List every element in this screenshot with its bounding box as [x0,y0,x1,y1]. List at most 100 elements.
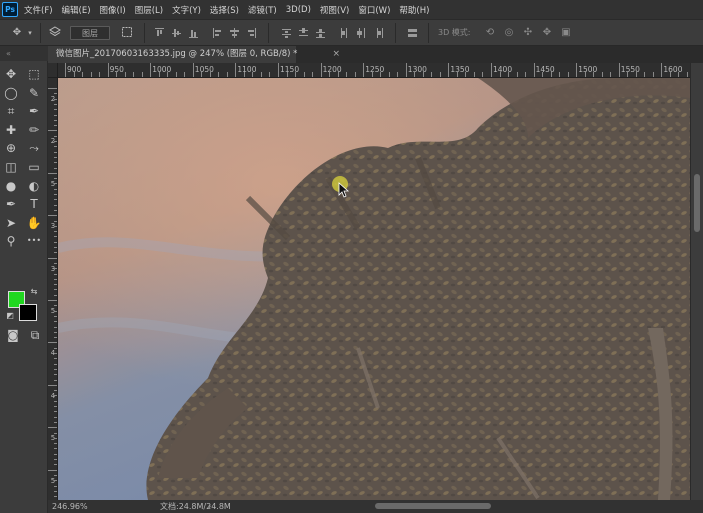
auto-select-dropdown[interactable]: 图层 [70,26,110,40]
history-brush-tool-icon[interactable]: ⤳ [25,139,43,157]
hand-tool-icon[interactable]: ✋ [25,214,43,232]
distribute-left-icon[interactable] [340,28,349,38]
ruler-minor-tick [346,72,348,77]
divider [268,23,269,43]
menu-help[interactable]: 帮助(H) [399,4,429,16]
ruler-tick [54,305,57,307]
menu-select[interactable]: 选择(S) [210,4,239,16]
ruler-tick [54,183,57,185]
path-select-tool-icon[interactable]: ➤ [2,214,20,232]
align-bottom-icon[interactable] [189,28,198,38]
quick-select-tool-icon[interactable]: ✎ [25,84,43,102]
ruler-minor-tick [303,72,305,77]
eyedropper-tool-icon[interactable]: ✒ [25,102,43,120]
collapse-tools-icon[interactable]: « [0,46,48,61]
stamp-tool-icon[interactable]: ⊕ [2,139,20,157]
ruler-major-tick [363,63,365,77]
menu-layer[interactable]: 图层(L) [135,4,163,16]
distribute-hcenter-icon[interactable] [357,28,366,38]
zoom-tool-icon[interactable]: ⚲ [2,232,20,250]
menu-type[interactable]: 文字(Y) [172,4,201,16]
ruler-tick [54,93,57,95]
vertical-ruler[interactable]: 2253354455 [48,78,58,500]
distribute-bottom-icon[interactable] [316,28,325,38]
ruler-tick [54,368,57,370]
transform-controls-icon[interactable] [120,26,134,40]
lasso-tool-icon[interactable]: ◯ [2,84,20,102]
dodge-tool-icon[interactable]: ◐ [25,177,43,195]
ruler-minor-tick [473,72,475,77]
ruler-tick [54,247,57,248]
ruler-tick [54,141,57,142]
auto-select-layers-icon[interactable] [48,26,62,40]
move-tool-icon[interactable]: ✥ [2,65,20,83]
distribute-right-icon[interactable] [374,28,383,38]
screen-mode-icon[interactable]: ⧉ [26,326,44,344]
type-tool-icon[interactable]: T [25,195,43,213]
menu-3d[interactable]: 3D(D) [286,5,311,15]
slide-3d-icon[interactable]: ✥ [540,26,554,40]
ruler-minor-tick [209,72,211,77]
blur-tool-icon[interactable]: ● [2,177,20,195]
ruler-minor-tick [167,72,169,77]
menu-edit[interactable]: 编辑(E) [62,4,91,16]
auto-align-layers-icon[interactable] [408,28,417,38]
document-canvas[interactable] [58,78,690,500]
pan-3d-icon[interactable]: ✣ [521,26,535,40]
menu-image[interactable]: 图像(I) [100,4,126,16]
ruler-minor-tick [686,72,688,77]
default-colors-icon[interactable]: ◩ [4,310,16,322]
distribute-vcenter-icon[interactable] [299,28,308,38]
scale-3d-icon[interactable]: ▣ [559,26,573,40]
ruler-minor-tick [499,72,501,77]
move-tool-preset-icon[interactable]: ✥ [10,26,24,40]
ruler-major-tick [320,63,322,77]
chevron-down-icon[interactable]: ▾ [26,26,34,40]
align-vcenter-icon[interactable] [172,28,181,38]
ruler-tick [54,437,57,439]
brush-tool-icon[interactable]: ✏ [25,121,43,139]
gradient-tool-icon[interactable]: ▭ [25,158,43,176]
ruler-label: 1150 [280,65,300,74]
roll-3d-icon[interactable]: ◎ [502,26,516,40]
tools-panel: « ⇆ ◩ ◙ ⧉ ✥ ⬚ ◯ ✎ ⌗ ✒ ✚ ✏ ⊕ ⤳ ◫ ▭ ● ◐ ✒ T ➤ ✋ ⚲ ••• [0,46,48,513]
ruler-label: 1300 [407,65,427,74]
ruler-minor-tick [286,72,288,77]
close-icon[interactable]: × [332,46,340,63]
ruler-tick [48,257,57,259]
orbit-3d-icon[interactable]: ⟲ [483,26,497,40]
menu-file[interactable]: 文件(F) [24,4,53,16]
ruler-origin[interactable] [48,63,58,78]
healing-brush-tool-icon[interactable]: ✚ [2,121,20,139]
vertical-scrollbar[interactable] [690,63,703,500]
align-top-icon[interactable] [155,28,164,38]
menu-window[interactable]: 窗口(W) [358,4,390,16]
horizontal-scroll-thumb[interactable] [375,503,491,509]
menu-filter[interactable]: 滤镜(T) [248,4,277,16]
horizontal-ruler[interactable]: 900 950 1000 1050 1100 1150 1200 1250 1300 1350 14… [58,63,690,78]
more-tools-icon[interactable]: ••• [25,232,43,250]
align-right-icon[interactable] [247,28,256,38]
zoom-level[interactable]: 246.96% [52,500,88,513]
ruler-major-tick [533,63,535,77]
ruler-tick [54,146,57,148]
photoshop-logo: Ps [2,2,18,17]
ruler-tick [48,427,57,429]
align-hcenter-icon[interactable] [230,28,239,38]
document-tab[interactable]: 微信图片_20170603163335.jpg @ 247% (图层 0, RG… [48,46,340,63]
crop-tool-icon[interactable]: ⌗ [2,102,20,120]
ruler-tick [54,151,57,153]
quick-mask-icon[interactable]: ◙ [4,326,22,344]
background-color-swatch[interactable] [19,304,37,321]
swap-colors-icon[interactable]: ⇆ [28,286,40,298]
ruler-minor-tick [329,72,331,77]
menu-view[interactable]: 视图(V) [320,4,349,16]
pen-tool-icon[interactable]: ✒ [2,195,20,213]
status-menu-arrow[interactable]: › [208,500,211,513]
distribute-top-icon[interactable] [282,28,291,38]
marquee-tool-icon[interactable]: ⬚ [25,65,43,83]
align-left-icon[interactable] [213,28,222,38]
ruler-label: 1450 [535,65,555,74]
eraser-tool-icon[interactable]: ◫ [2,158,20,176]
vertical-scroll-thumb[interactable] [694,174,700,232]
